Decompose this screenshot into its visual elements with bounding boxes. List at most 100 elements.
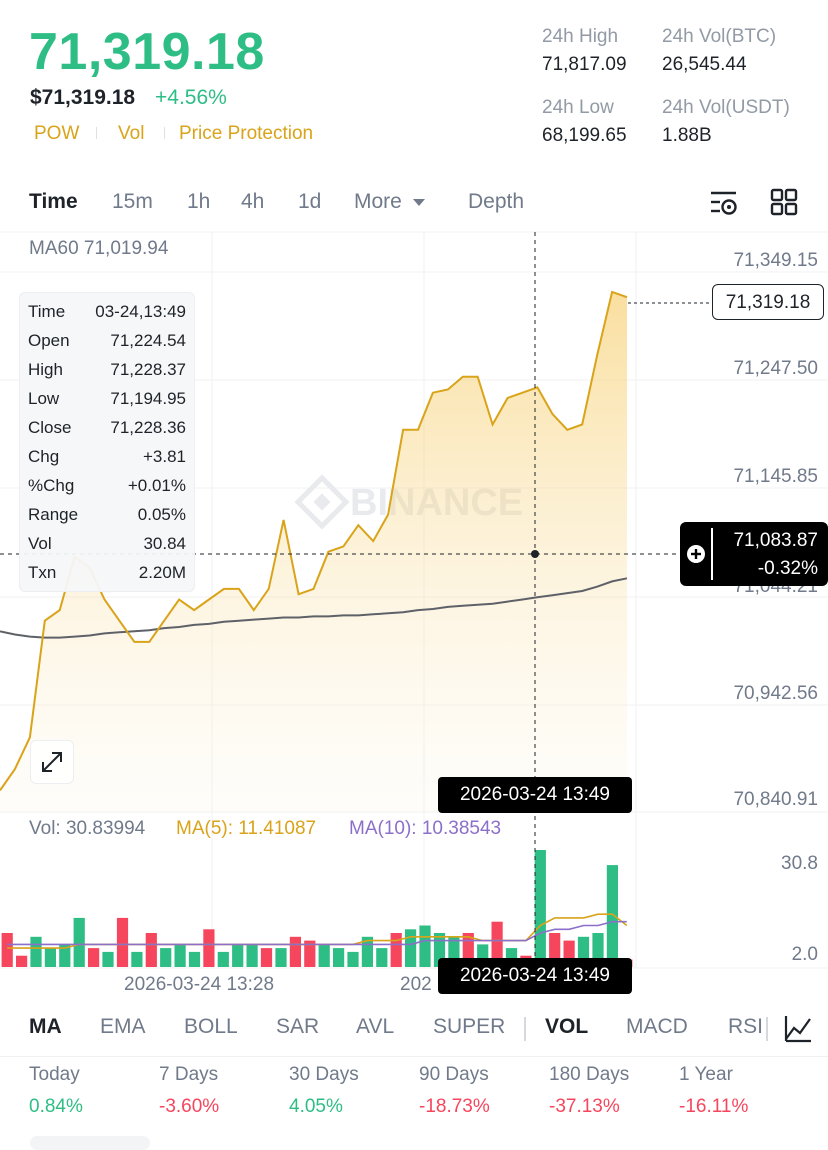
price-axis-label: 71,349.15 [733, 250, 818, 271]
indicator-vol[interactable]: VOL [545, 1015, 588, 1039]
crosshair-price: 71,083.87 [733, 530, 818, 551]
tooltip-key: Low [28, 389, 60, 408]
indicator-divider [524, 1017, 526, 1041]
indicator-boll[interactable]: BOLL [184, 1015, 238, 1039]
last-price-tag: 71,319.18 [712, 284, 824, 320]
volume-ma5-line [7, 913, 628, 949]
crosshair-price-pill[interactable]: 71,083.87 -0.32% [680, 522, 828, 586]
tooltip-row: Low 71,194.95 [28, 389, 186, 411]
volume-ma5-label: MA(5): 11.41087 [176, 818, 317, 839]
indicator-ema[interactable]: EMA [100, 1015, 146, 1039]
perf-value-1-year: -16.11% [679, 1096, 749, 1117]
tooltip-value: 30.84 [143, 534, 186, 553]
volume-bar [44, 948, 56, 967]
perf-label-1-year: 1 Year [679, 1064, 733, 1085]
tag-price-protection[interactable]: Price Protection [179, 123, 313, 145]
volume-bar [390, 933, 402, 967]
tag-vol[interactable]: Vol [118, 123, 144, 145]
tag-pow[interactable]: POW [34, 123, 79, 145]
volume-bar [88, 948, 100, 967]
tooltip-key: %Chg [28, 476, 75, 495]
grid-layout-icon[interactable] [770, 188, 798, 216]
indicator-avl[interactable]: AVL [356, 1015, 394, 1039]
indicator-divider [766, 1017, 768, 1041]
tooltip-key: Close [28, 418, 72, 437]
volume-ma10-label: MA(10): 10.38543 [349, 818, 502, 839]
price-axis-label: 70,942.56 [733, 683, 818, 704]
tooltip-key: Time [28, 302, 66, 321]
tab-15m[interactable]: 15m [112, 190, 153, 214]
candle-tooltip: Time 03-24,13:49 Open 71,224.54 High 71,228… [19, 292, 195, 592]
tooltip-value: 71,224.54 [110, 331, 186, 350]
fiat-price: $71,319.18 [30, 86, 136, 109]
stat-24h-vol-usdt-value: 1.88B [662, 125, 712, 146]
perf-label-90-days: 90 Days [419, 1064, 489, 1085]
tooltip-key: Chg [28, 447, 60, 466]
volume-bar [217, 951, 229, 967]
tab-more[interactable]: More [354, 190, 426, 214]
stat-24h-vol-btc-value: 26,545.44 [662, 54, 747, 75]
volume-bar [102, 951, 114, 967]
volume-bar [1, 933, 13, 967]
indicator-sar[interactable]: SAR [276, 1015, 319, 1039]
perf-value-90-days: -18.73% [419, 1096, 490, 1117]
volume-bar [246, 944, 258, 967]
chart-settings-icon[interactable] [708, 187, 740, 219]
volume-bar [419, 925, 431, 967]
perf-label-today: Today [29, 1064, 80, 1085]
tooltip-key: Open [28, 331, 70, 350]
indicator-rsi[interactable]: RSI [728, 1015, 763, 1039]
tab-1d[interactable]: 1d [298, 190, 321, 214]
volume-label: Vol: 30.83994 [29, 818, 146, 839]
perf-value-today: 0.84% [29, 1096, 83, 1117]
volume-bars [1, 850, 633, 967]
indicator-settings-icon[interactable] [783, 1013, 813, 1043]
expand-icon [42, 752, 62, 772]
tooltip-key: Vol [28, 534, 52, 553]
volume-axis-label: 2.0 [791, 944, 818, 965]
price-change-percent: +4.56% [155, 86, 227, 109]
tab-time[interactable]: Time [29, 190, 78, 214]
price-axis-label: 71,247.50 [733, 358, 818, 379]
volume-bar [145, 933, 157, 967]
caret-down-icon [412, 199, 425, 207]
tooltip-row: Txn 2.20M [28, 563, 186, 585]
volume-bar [534, 850, 546, 967]
volume-bar [131, 951, 143, 967]
indicator-super[interactable]: SUPER [433, 1015, 505, 1039]
plus-circle-icon[interactable] [686, 544, 706, 564]
perf-value-180-days: -37.13% [549, 1096, 620, 1117]
tooltip-row: Range 0.05% [28, 505, 186, 527]
perf-value-7-days: -3.60% [159, 1096, 220, 1117]
volume-bar [260, 948, 273, 967]
tooltip-value: 2.20M [138, 563, 186, 582]
tooltip-row: %Chg +0.01% [28, 476, 186, 498]
tooltip-row: Time 03-24,13:49 [28, 302, 186, 324]
volume-bar [160, 948, 172, 967]
tab-depth[interactable]: Depth [468, 190, 524, 214]
bottom-time-pill: 2026-03-24 13:49 [438, 958, 632, 994]
tab-4h[interactable]: 4h [241, 190, 264, 214]
crosshair-dot [531, 550, 539, 558]
stat-24h-vol-usdt-label: 24h Vol(USDT) [662, 97, 790, 118]
volume-bar [405, 929, 417, 967]
stat-24h-high-value: 71,817.09 [542, 54, 627, 75]
indicator-macd[interactable]: MACD [626, 1015, 688, 1039]
tab-1h[interactable]: 1h [187, 190, 210, 214]
perf-value-30-days: 4.05% [289, 1096, 343, 1117]
indicator-ma[interactable]: MA [29, 1015, 62, 1039]
pill-divider [711, 528, 713, 580]
tooltip-row: Open 71,224.54 [28, 331, 186, 353]
volume-bar [275, 948, 287, 967]
price-axis-label: 70,840.91 [733, 789, 818, 810]
tooltip-row: Vol 30.84 [28, 534, 186, 556]
volume-bar [174, 944, 186, 967]
tooltip-key: Range [28, 505, 79, 524]
section-divider [0, 1056, 828, 1057]
stat-24h-low-label: 24h Low [542, 97, 614, 118]
volume-bar [188, 951, 201, 967]
tooltip-key: High [28, 360, 63, 379]
tooltip-value: 71,194.95 [110, 389, 186, 408]
volume-axis-label: 30.8 [781, 853, 818, 874]
fullscreen-button[interactable] [30, 740, 74, 784]
